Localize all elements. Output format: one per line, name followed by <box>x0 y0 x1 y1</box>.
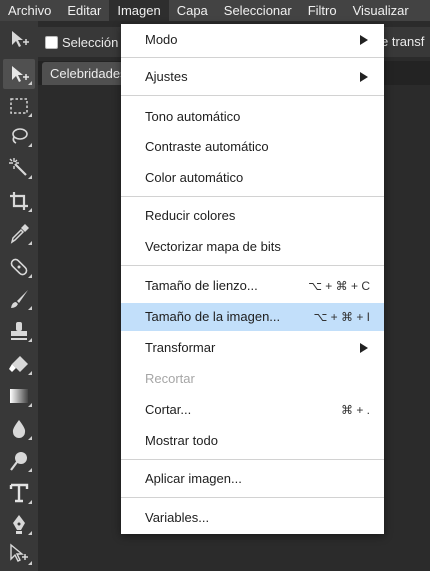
menu-item-label: Tamaño de lienzo... <box>145 278 258 293</box>
submenu-arrow-icon <box>360 72 368 82</box>
menu-item-label: Tamaño de la imagen... <box>145 309 281 324</box>
tool-gradient[interactable] <box>3 381 35 411</box>
menu-item-label: Recortar <box>145 371 195 386</box>
submenu-arrow-icon <box>360 35 368 45</box>
shortcut-label: ⌥ + ⌘ + I <box>313 310 370 324</box>
eyedropper-icon <box>10 224 29 244</box>
menu-visualizar[interactable]: Visualizar <box>345 0 417 21</box>
marquee-icon <box>10 98 28 114</box>
menu-bar: Archivo Editar Imagen Capa Seleccionar F… <box>0 0 430 21</box>
auto-select-label: Selección <box>62 34 119 50</box>
text-icon <box>9 483 29 503</box>
menu-item-label: Contraste automático <box>145 139 269 154</box>
menu-item-label: Vectorizar mapa de bits <box>145 239 281 254</box>
tool-magic-wand[interactable] <box>3 153 35 183</box>
menu-item-recortar: Recortar <box>121 365 384 393</box>
stamp-icon <box>11 322 27 340</box>
separator <box>121 265 384 266</box>
menu-item-label: Ajustes <box>145 69 188 84</box>
menu-item-tamano-lienzo[interactable]: Tamaño de lienzo... ⌥ + ⌘ + C <box>121 272 384 300</box>
tool-lasso[interactable] <box>3 121 35 151</box>
menu-item-color-automatico[interactable]: Color automático <box>121 164 384 192</box>
blur-icon <box>12 420 26 438</box>
tool-crop[interactable] <box>3 186 35 216</box>
menu-editar[interactable]: Editar <box>59 0 109 21</box>
tool-stamp[interactable] <box>3 316 35 346</box>
menu-item-contraste-automatico[interactable]: Contraste automático <box>121 133 384 161</box>
menu-item-ajustes[interactable]: Ajustes <box>121 63 384 91</box>
shortcut-label: ⌘ + . <box>340 403 370 417</box>
menu-filtro[interactable]: Filtro <box>300 0 345 21</box>
menu-item-label: Transformar <box>145 340 216 355</box>
menu-seleccionar[interactable]: Seleccionar <box>216 0 300 21</box>
brush-icon <box>11 290 28 308</box>
crop-icon <box>10 192 28 210</box>
tool-path-select[interactable] <box>3 539 35 569</box>
tool-dodge[interactable] <box>3 446 35 476</box>
tool-pen[interactable] <box>3 509 35 539</box>
eraser-icon <box>9 356 28 372</box>
separator <box>121 459 384 460</box>
tool-eyedropper[interactable] <box>3 219 35 249</box>
move-icon <box>12 66 29 82</box>
menu-item-label: Cortar... <box>145 402 192 417</box>
tool-brush[interactable] <box>3 284 35 314</box>
separator <box>121 497 384 498</box>
separator <box>121 95 384 96</box>
tool-marquee[interactable] <box>3 91 35 121</box>
menu-item-vectorizar[interactable]: Vectorizar mapa de bits <box>121 233 384 261</box>
menu-item-modo[interactable]: Modo <box>121 26 384 54</box>
magic-wand-icon <box>9 158 27 176</box>
menu-item-label: Aplicar imagen... <box>145 471 242 486</box>
menu-item-tamano-imagen[interactable]: Tamaño de la imagen... ⌥ + ⌘ + I <box>121 303 384 331</box>
menu-imagen[interactable]: Imagen <box>109 0 169 21</box>
transform-controls-label: e transf <box>381 34 425 49</box>
lasso-icon <box>12 128 28 144</box>
submenu-arrow-icon <box>360 343 368 353</box>
gradient-icon <box>10 389 28 403</box>
menu-item-label: Tono automático <box>145 109 241 124</box>
tool-eraser[interactable] <box>3 349 35 379</box>
tool-healing[interactable] <box>3 252 35 282</box>
menu-item-label: Variables... <box>145 510 210 525</box>
menu-item-label: Reducir colores <box>145 208 236 223</box>
menu-item-transformar[interactable]: Transformar <box>121 334 384 362</box>
dodge-icon <box>10 452 27 471</box>
shortcut-label: ⌥ + ⌘ + C <box>308 279 370 293</box>
tool-bar <box>0 21 38 571</box>
menu-item-label: Mostrar todo <box>145 433 218 448</box>
menu-item-aplicar-imagen[interactable]: Aplicar imagen... <box>121 465 384 493</box>
imagen-dropdown-menu: Modo Ajustes Tono automático Contraste a… <box>121 24 384 534</box>
separator <box>121 196 384 197</box>
separator <box>121 57 384 58</box>
healing-icon <box>10 258 28 276</box>
menu-item-tono-automatico[interactable]: Tono automático <box>121 103 384 131</box>
tool-text[interactable] <box>3 478 35 508</box>
auto-select-checkbox[interactable] <box>45 35 58 49</box>
pen-icon <box>13 515 25 534</box>
menu-item-label: Modo <box>145 32 178 47</box>
move-icon <box>12 31 29 47</box>
menu-item-label: Color automático <box>145 170 244 185</box>
menu-item-mostrar-todo[interactable]: Mostrar todo <box>121 427 384 455</box>
tool-move[interactable] <box>3 59 35 89</box>
menu-item-cortar[interactable]: Cortar... ⌘ + . <box>121 396 384 424</box>
menu-archivo[interactable]: Archivo <box>0 0 59 21</box>
menu-capa[interactable]: Capa <box>169 0 216 21</box>
menu-item-reducir-colores[interactable]: Reducir colores <box>121 202 384 230</box>
tool-move-top[interactable] <box>3 24 35 54</box>
menu-item-variables[interactable]: Variables... <box>121 504 384 532</box>
path-select-icon <box>10 543 28 562</box>
tool-blur[interactable] <box>3 414 35 444</box>
